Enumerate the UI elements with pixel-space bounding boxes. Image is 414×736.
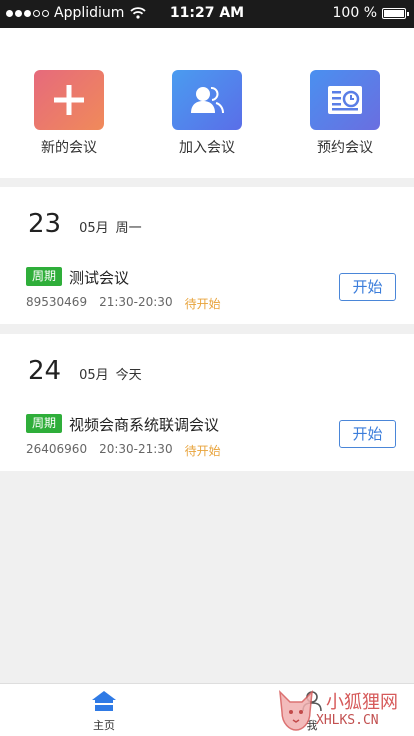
tab-me-icon-wrap [272, 690, 352, 712]
recurring-tag: 周期 [26, 267, 62, 286]
tab-me-label: 我 [306, 719, 318, 732]
book-meeting-label: 预约会议 [317, 140, 373, 156]
start-meeting-button[interactable]: 开始 [339, 420, 396, 448]
home-icon [92, 691, 116, 711]
meeting-meta: 26406960 20:30-21:30 待开始 [26, 442, 221, 459]
people-icon [191, 87, 224, 114]
day-header: 24 05月 今天 [28, 356, 142, 386]
day-header: 23 05月 周一 [28, 209, 142, 239]
day-section: 23 05月 周一 周期 测试会议 89530469 21:30-20:30 待… [0, 187, 414, 324]
tab-home-label: 主页 [93, 719, 115, 732]
meeting-time: 21:30-20:30 [99, 295, 173, 309]
user-icon [302, 691, 322, 712]
join-meeting-label: 加入会议 [179, 140, 235, 156]
battery-fill [384, 9, 404, 17]
new-meeting-button[interactable]: 新的会议 [9, 70, 129, 157]
book-meeting-tile [310, 70, 380, 130]
day-section: 24 05月 今天 周期 视频会商系统联调会议 26406960 20:30-2… [0, 334, 414, 471]
tab-bar: 主页 我 [0, 683, 414, 736]
meeting-title: 视频会商系统联调会议 [69, 416, 220, 434]
meeting-status: 待开始 [184, 444, 221, 458]
meeting-item[interactable]: 周期 视频会商系统联调会议 26406960 20:30-21:30 待开始 开… [26, 414, 396, 464]
meeting-title: 测试会议 [69, 269, 130, 287]
tab-me[interactable]: 我 [272, 690, 352, 733]
meeting-time: 20:30-21:30 [99, 442, 173, 456]
day-weekday: 今天 [115, 368, 142, 383]
new-meeting-tile [34, 70, 104, 130]
calendar-clock-icon [328, 86, 362, 114]
book-meeting-button[interactable]: 预约会议 [285, 70, 405, 157]
meeting-meta: 89530469 21:30-20:30 待开始 [26, 295, 221, 312]
quick-actions: 新的会议 加入会议 预约会议 [0, 28, 414, 178]
meeting-item[interactable]: 周期 测试会议 89530469 21:30-20:30 待开始 开始 [26, 267, 396, 317]
tab-home-icon-wrap [64, 690, 144, 712]
day-weekday: 周一 [115, 221, 142, 236]
day-number: 24 [28, 356, 62, 386]
join-meeting-tile [172, 70, 242, 130]
status-bar: Applidium 11:27 AM 100 % [0, 0, 414, 28]
meeting-status: 待开始 [184, 297, 221, 311]
day-month: 05月 [79, 221, 109, 236]
plus-icon [54, 85, 84, 115]
meeting-id: 89530469 [26, 295, 88, 309]
recurring-tag: 周期 [26, 414, 62, 433]
new-meeting-label: 新的会议 [41, 140, 97, 156]
day-number: 23 [28, 209, 62, 239]
tab-home[interactable]: 主页 [64, 690, 144, 733]
status-right: 100 % [332, 5, 409, 21]
battery-percent: 100 % [332, 5, 377, 21]
day-month: 05月 [79, 368, 109, 383]
battery-icon [382, 7, 409, 19]
meeting-id: 26406960 [26, 442, 88, 456]
start-meeting-button[interactable]: 开始 [339, 273, 396, 301]
join-meeting-button[interactable]: 加入会议 [147, 70, 267, 157]
